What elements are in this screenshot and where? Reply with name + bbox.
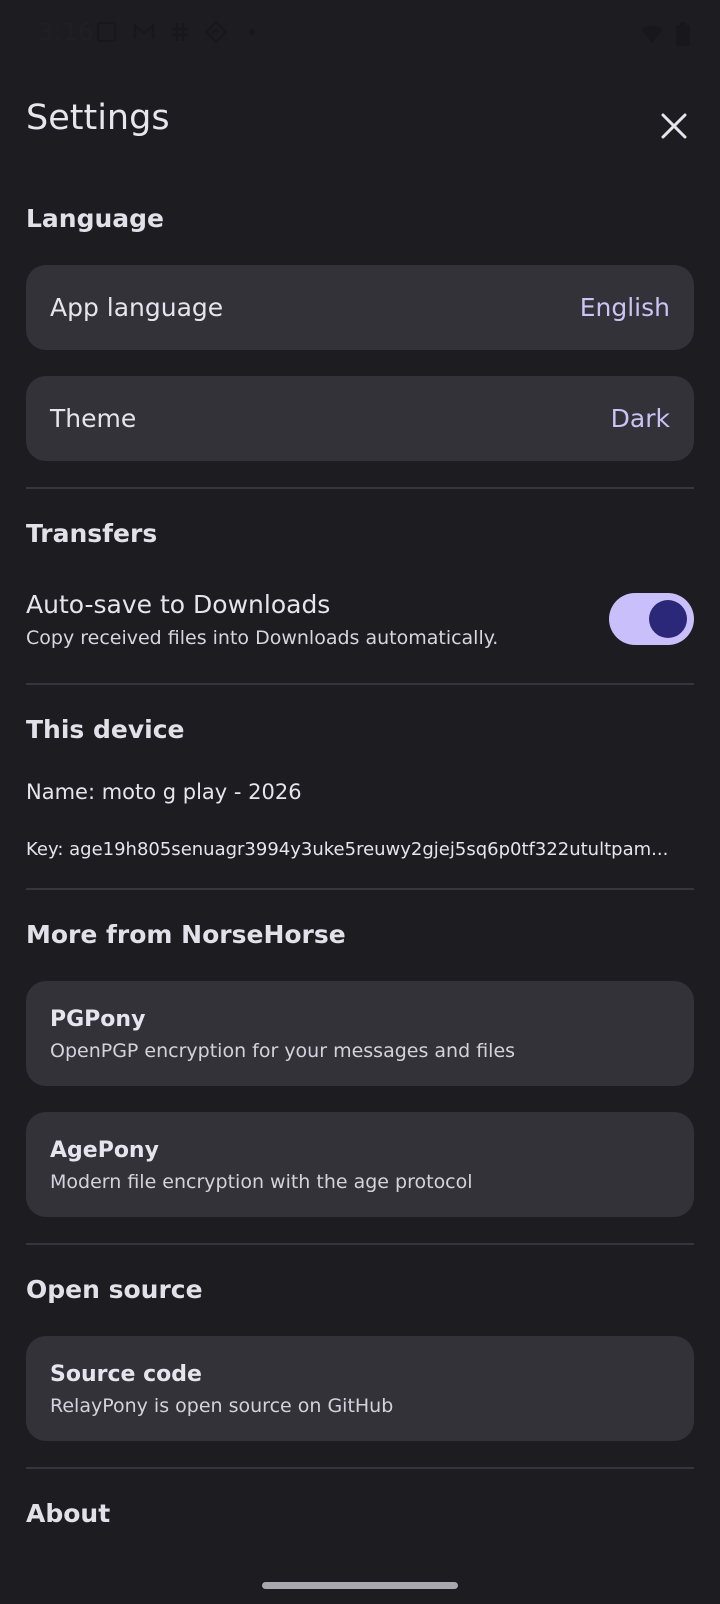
pgpony-subtitle: OpenPGP encryption for your messages and… [50,1040,516,1062]
close-icon[interactable] [661,113,687,139]
app-language-value: English [579,293,670,322]
source-code-link-card[interactable]: Source code RelayPony is open source on … [26,1336,694,1441]
section-title-language: Language [26,204,165,233]
system-icons [640,22,690,50]
section-title-transfers: Transfers [26,519,158,548]
section-title-about: About [26,1499,111,1528]
source-code-title: Source code [50,1362,202,1387]
device-key: Key: age19h805senuagr3994y3uke5reuwy2gje… [26,839,669,860]
pgpony-title: PGPony [50,1007,146,1032]
wifi-icon [640,24,664,48]
notification-icons [96,20,264,44]
divider [26,888,694,890]
agepony-subtitle: Modern file encryption with the age prot… [50,1171,473,1193]
pgpony-link-card[interactable]: PGPony OpenPGP encryption for your messa… [26,981,694,1086]
page-title: Settings [26,98,170,138]
agepony-link-card[interactable]: AgePony Modern file encryption with the … [26,1112,694,1217]
auto-save-label: Auto-save to Downloads [26,590,331,619]
auto-save-description: Copy received files into Downloads autom… [26,627,499,649]
divider [26,487,694,489]
navigation-icon [204,20,228,44]
battery-icon [676,22,690,50]
device-name: Name: moto g play - 2026 [26,780,302,804]
app-language-setting[interactable]: App language English [26,265,694,350]
section-title-more: More from NorseHorse [26,920,346,949]
toggle-knob [649,600,687,638]
divider [26,1243,694,1245]
dot-icon [240,20,264,44]
home-indicator[interactable] [262,1582,458,1589]
section-title-device: This device [26,715,185,744]
section-title-open-source: Open source [26,1275,203,1304]
status-time: 3:16 [38,18,94,46]
notes-icon [96,20,120,44]
app-language-label: App language [50,293,224,322]
close-button[interactable] [652,104,696,148]
theme-value: Dark [610,404,670,433]
source-code-subtitle: RelayPony is open source on GitHub [50,1395,394,1417]
status-bar: 3:16 [0,0,720,70]
agepony-title: AgePony [50,1138,159,1163]
divider [26,683,694,685]
slack-icon [168,20,192,44]
theme-setting[interactable]: Theme Dark [26,376,694,461]
divider [26,1467,694,1469]
auto-save-toggle[interactable] [609,593,694,645]
gmail-icon [132,20,156,44]
theme-label: Theme [50,404,137,433]
